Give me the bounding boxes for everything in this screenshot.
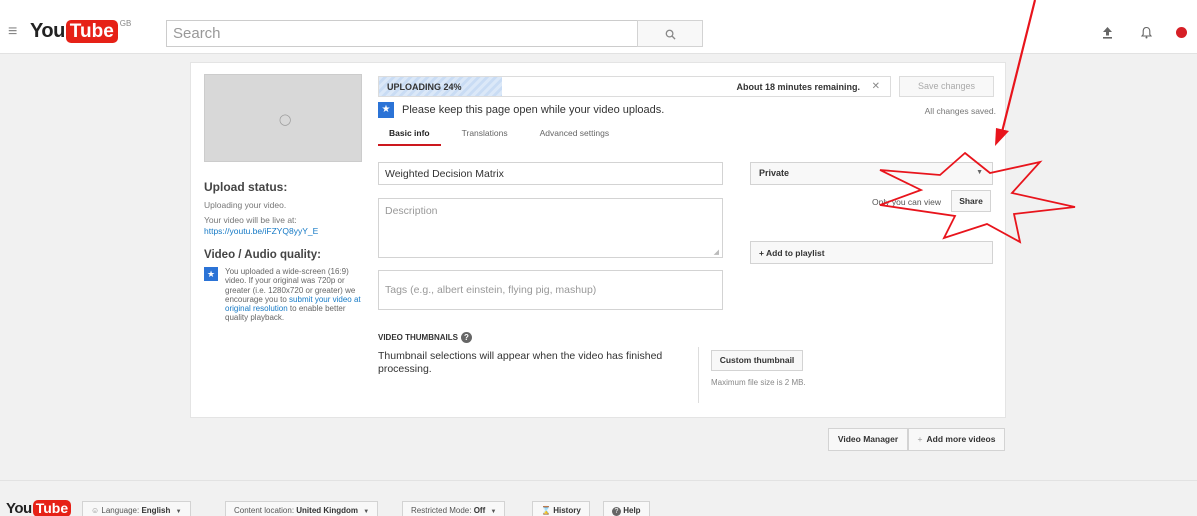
max-file-size-note: Maximum file size is 2 MB. [711, 378, 806, 387]
footer: You Tube ☺ Language: English ▼ Content l… [0, 480, 1197, 516]
loading-spinner-icon: ◯ [279, 114, 292, 126]
visibility-note: Only you can view [872, 197, 941, 207]
content-location-button[interactable]: Content location: United Kingdom ▼ [225, 501, 379, 516]
quality-heading: Video / Audio quality: [204, 249, 321, 261]
upload-progress-bar: UPLOADING 24% About 18 minutes remaining… [378, 76, 891, 97]
help-label: Help [623, 506, 641, 515]
tags-placeholder: Tags (e.g., albert einstein, flying pig,… [385, 284, 597, 296]
live-at-text: Your video will be live at: [204, 215, 297, 225]
chevron-down-icon: ▼ [175, 509, 182, 515]
star-badge-icon: ★ [378, 102, 394, 118]
resize-handle-icon[interactable]: ◢ [714, 248, 719, 256]
privacy-select[interactable]: Private ▼ [750, 162, 993, 185]
footer-logo-you-text: You [6, 500, 32, 516]
location-prefix: Content location: [234, 506, 297, 515]
custom-thumbnail-button[interactable]: Custom thumbnail [711, 350, 803, 371]
logo-you-text: You [30, 20, 65, 42]
chevron-down-icon: ▼ [490, 509, 497, 515]
restricted-mode-button[interactable]: Restricted Mode: Off ▼ [402, 501, 506, 516]
title-input[interactable]: Weighted Decision Matrix [378, 162, 723, 185]
upload-progress-label: UPLOADING 24% [387, 82, 462, 92]
chevron-down-icon: ▼ [976, 169, 983, 176]
keep-open-text: Please keep this page open while your vi… [402, 104, 665, 116]
cancel-upload-icon[interactable]: ✕ [872, 81, 880, 92]
thumbnail-message: Thumbnail selections will appear when th… [378, 350, 663, 375]
language-picker-button[interactable]: ☺ Language: English ▼ [82, 501, 191, 516]
video-thumbnails-title: VIDEO THUMBNAILS [378, 333, 458, 342]
add-to-playlist-button[interactable]: + Add to playlist [750, 241, 993, 264]
tags-input[interactable]: Tags (e.g., albert einstein, flying pig,… [378, 270, 723, 310]
video-thumbnails-heading: VIDEO THUMBNAILS ? [378, 332, 472, 343]
video-manager-button[interactable]: Video Manager [828, 428, 908, 451]
editor-tabs: Basic info Translations Advanced setting… [378, 128, 620, 146]
add-more-videos-button[interactable]: + Add more videos [908, 428, 1005, 451]
plus-icon: + [917, 434, 923, 444]
description-placeholder: Description [385, 205, 438, 217]
tab-basic-info[interactable]: Basic info [378, 128, 441, 146]
hourglass-icon: ⌛ [541, 506, 551, 515]
guide-menu-icon[interactable]: ≡ [8, 23, 17, 41]
search-button[interactable] [637, 20, 703, 47]
notifications-bell-icon[interactable] [1140, 26, 1153, 42]
upload-icon[interactable] [1102, 26, 1113, 42]
keep-open-notice: ★ Please keep this page open while your … [378, 102, 664, 118]
restricted-prefix: Restricted Mode: [411, 506, 474, 515]
star-badge-icon: ★ [204, 267, 218, 281]
divider [698, 347, 699, 403]
search-icon [665, 29, 676, 40]
logo-region: GB [119, 19, 132, 28]
upload-status-heading: Upload status: [204, 180, 288, 194]
help-icon: ? [612, 507, 621, 516]
add-more-videos-label: Add more videos [926, 434, 996, 444]
language-value: English [141, 506, 171, 515]
logo-tube-text: Tube [65, 20, 118, 43]
masthead: ≡ You Tube GB Search [0, 0, 1197, 54]
tab-translations[interactable]: Translations [451, 128, 519, 146]
footer-youtube-logo[interactable]: You Tube [6, 500, 72, 516]
youtube-logo[interactable]: You Tube GB [30, 19, 132, 43]
description-textarea[interactable]: Description ◢ [378, 198, 723, 258]
upload-status-text: Uploading your video. [204, 200, 287, 210]
quality-message: You uploaded a wide-screen (16:9) video.… [225, 267, 364, 323]
chevron-down-icon: ▼ [363, 509, 370, 515]
history-button[interactable]: ⌛ History [532, 501, 590, 516]
location-value: United Kingdom [296, 506, 359, 515]
video-thumbnail-placeholder: ◯ [204, 74, 362, 162]
share-button[interactable]: Share [951, 190, 991, 212]
footer-logo-tube-text: Tube [32, 500, 72, 516]
language-icon: ☺ [91, 506, 100, 515]
help-question-icon[interactable]: ? [461, 332, 472, 343]
time-remaining: About 18 minutes remaining. [736, 82, 860, 92]
tab-advanced-settings[interactable]: Advanced settings [529, 128, 620, 146]
help-button[interactable]: ? Help [603, 501, 650, 516]
language-prefix: Language: [101, 506, 142, 515]
search-input[interactable]: Search [166, 20, 638, 47]
save-status: All changes saved. [924, 106, 996, 116]
privacy-selected-value: Private [759, 168, 790, 178]
upload-status-panel: Upload status: Uploading your video. You… [204, 180, 364, 323]
video-url-link[interactable]: https://youtu.be/iFZYQ8yyY_E [204, 226, 364, 237]
history-label: History [553, 506, 581, 515]
restricted-value: Off [473, 506, 486, 515]
account-avatar[interactable] [1176, 27, 1187, 38]
save-changes-button[interactable]: Save changes [899, 76, 994, 97]
